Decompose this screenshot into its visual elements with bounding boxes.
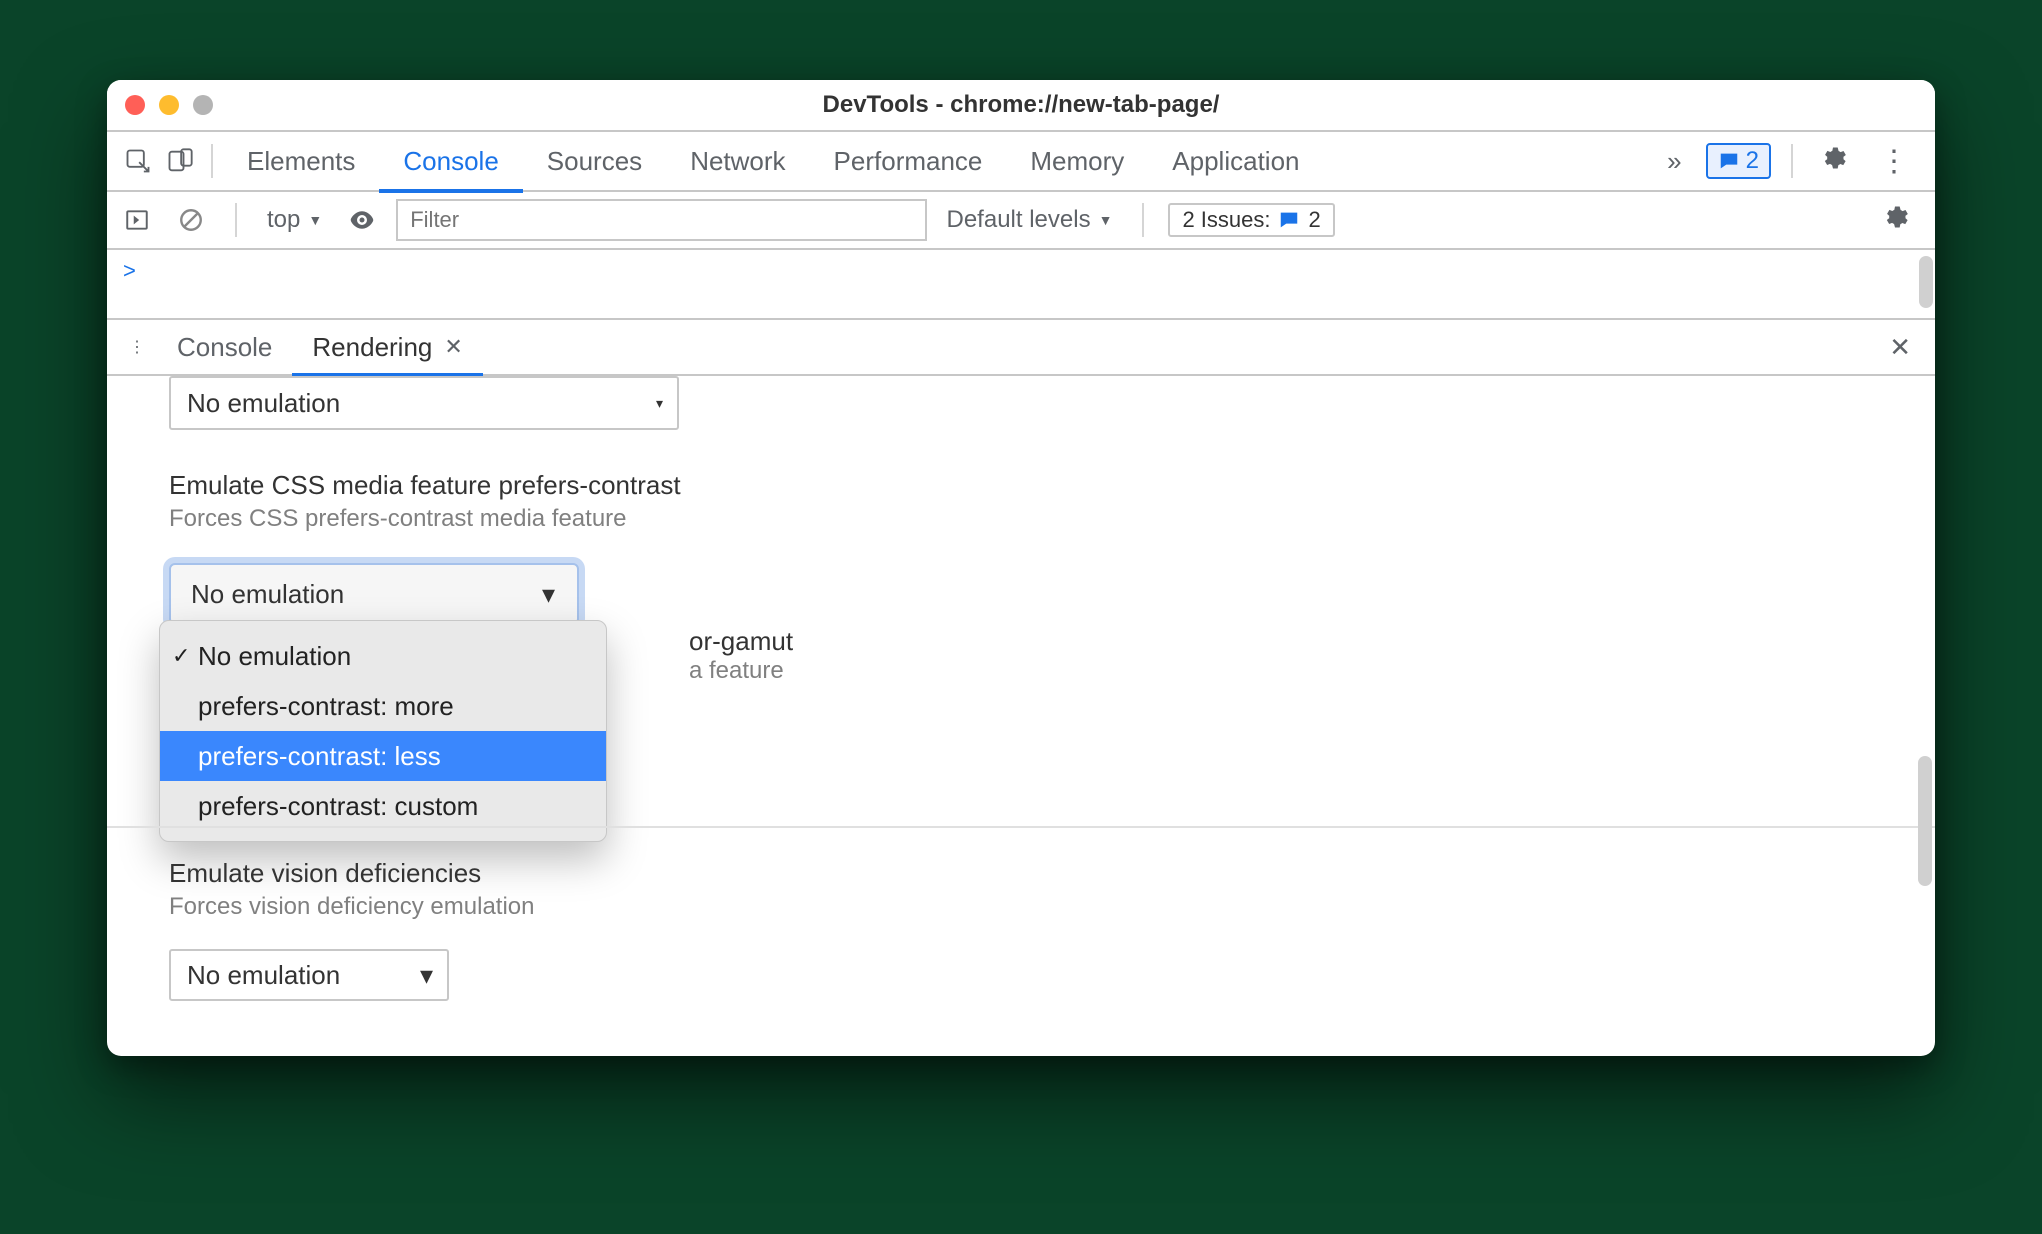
scrollbar-thumb[interactable] — [1918, 756, 1932, 886]
close-drawer-icon[interactable]: ✕ — [1889, 332, 1925, 363]
tab-console[interactable]: Console — [379, 131, 522, 191]
tab-memory[interactable]: Memory — [1006, 131, 1148, 191]
settings-gear-icon[interactable] — [1803, 144, 1863, 179]
emulation-select-prev[interactable]: No emulation▾ — [169, 376, 679, 430]
tab-elements[interactable]: Elements — [223, 131, 379, 191]
drawer-more-icon[interactable]: ⋮ — [117, 327, 157, 367]
vision-deficiencies-select[interactable]: No emulation▾ — [169, 949, 449, 1001]
console-output[interactable]: > — [107, 250, 1935, 320]
console-prompt-chevron-icon: > — [123, 258, 136, 283]
toggle-sidebar-icon[interactable] — [117, 200, 157, 240]
prefers-contrast-title: Emulate CSS media feature prefers-contra… — [169, 470, 1873, 501]
minimize-window-icon[interactable] — [159, 95, 179, 115]
tab-application[interactable]: Application — [1148, 131, 1323, 191]
separator — [211, 144, 213, 178]
tab-network[interactable]: Network — [666, 131, 809, 191]
option-contrast-less[interactable]: prefers-contrast: less — [160, 731, 606, 781]
close-tab-icon[interactable]: ✕ — [444, 334, 462, 360]
close-window-icon[interactable] — [125, 95, 145, 115]
more-tabs-icon[interactable]: » — [1653, 146, 1695, 177]
separator — [1142, 203, 1144, 237]
drawer-tab-bar: ⋮ Console Rendering ✕ ✕ — [107, 320, 1935, 376]
clear-console-icon[interactable] — [171, 200, 211, 240]
inspect-element-icon[interactable] — [117, 140, 159, 182]
toggle-device-toolbar-icon[interactable] — [159, 140, 201, 182]
traffic-lights — [125, 95, 213, 115]
prefers-contrast-dropdown: No emulation prefers-contrast: more pref… — [159, 620, 607, 842]
panel-divider — [107, 826, 1935, 828]
console-settings-gear-icon[interactable] — [1865, 203, 1925, 238]
drawer-tab-rendering[interactable]: Rendering ✕ — [292, 319, 482, 375]
option-contrast-more[interactable]: prefers-contrast: more — [160, 681, 606, 731]
prefers-contrast-select[interactable]: No emulation▾ — [169, 563, 579, 625]
separator — [235, 203, 237, 237]
more-options-icon[interactable]: ⋮ — [1863, 144, 1925, 179]
vision-deficiencies-desc: Forces vision deficiency emulation — [169, 893, 535, 921]
devtools-window: DevTools - chrome://new-tab-page/ Elemen… — [107, 80, 1935, 1056]
console-toolbar: top▼ Default levels▼ 2 Issues: 2 — [107, 192, 1935, 250]
issues-button[interactable]: 2 Issues: 2 — [1168, 203, 1334, 237]
window-title: DevTools - chrome://new-tab-page/ — [107, 91, 1935, 119]
title-bar: DevTools - chrome://new-tab-page/ — [107, 80, 1935, 132]
tab-sources[interactable]: Sources — [523, 131, 666, 191]
vision-deficiencies-title: Emulate vision deficiencies — [169, 858, 535, 889]
rendering-panel: No emulation▾ Emulate CSS media feature … — [107, 376, 1935, 1056]
console-filter-input[interactable] — [396, 199, 926, 241]
option-contrast-custom[interactable]: prefers-contrast: custom — [160, 781, 606, 831]
messages-count: 2 — [1746, 147, 1759, 175]
tab-performance[interactable]: Performance — [810, 131, 1007, 191]
log-levels-select[interactable]: Default levels▼ — [941, 206, 1119, 234]
prefers-contrast-desc: Forces CSS prefers-contrast media featur… — [169, 505, 1873, 533]
main-tab-bar: Elements Console Sources Network Perform… — [107, 132, 1935, 192]
drawer-tab-console[interactable]: Console — [157, 319, 292, 375]
maximize-window-icon[interactable] — [193, 95, 213, 115]
context-select[interactable]: top▼ — [261, 206, 328, 234]
option-no-emulation[interactable]: No emulation — [160, 631, 606, 681]
separator — [1791, 144, 1793, 178]
live-expression-icon[interactable] — [342, 200, 382, 240]
messages-badge[interactable]: 2 — [1706, 143, 1771, 179]
